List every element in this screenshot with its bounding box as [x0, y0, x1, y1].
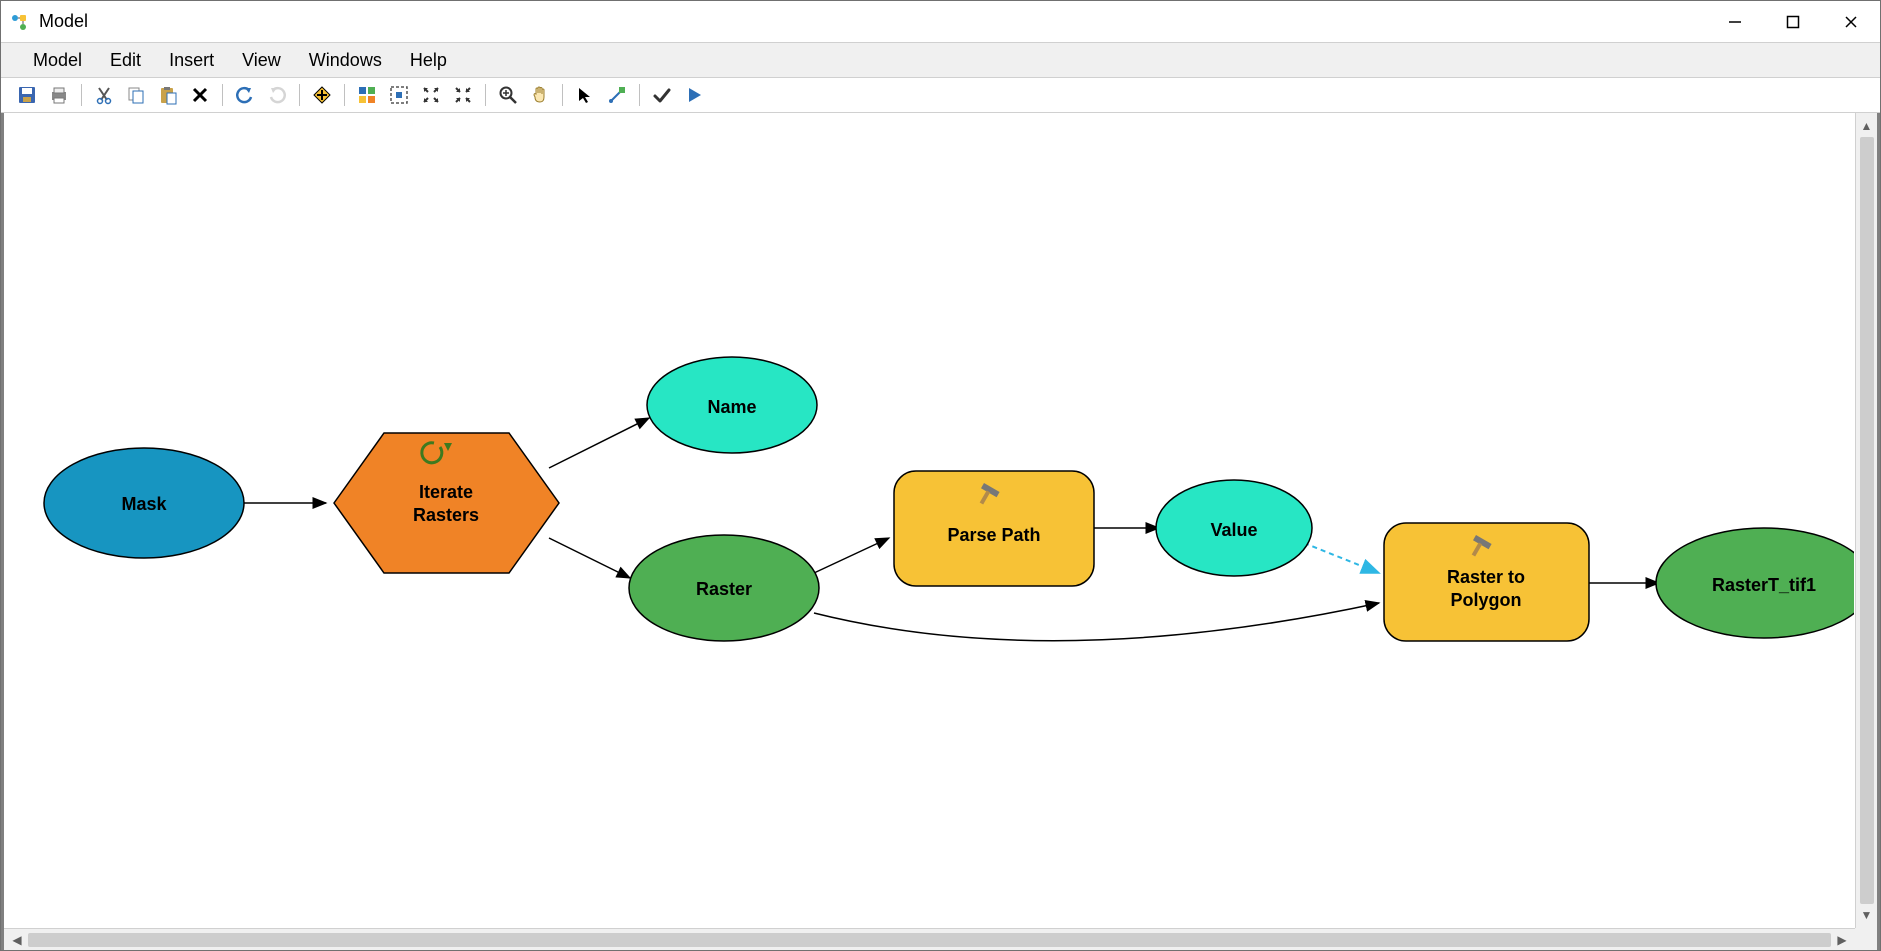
toolbar	[1, 78, 1880, 113]
connector-value-to-rastertopoly[interactable]	[1304, 543, 1379, 573]
horizontal-scroll-thumb[interactable]	[28, 933, 1831, 947]
node-raster-to-polygon[interactable]: Raster to Polygon	[1384, 523, 1589, 641]
copy-icon[interactable]	[124, 83, 148, 107]
node-value-label: Value	[1210, 520, 1257, 540]
maximize-button[interactable]	[1764, 1, 1822, 43]
redo-icon[interactable]	[265, 83, 289, 107]
node-value[interactable]: Value	[1156, 480, 1312, 576]
print-icon[interactable]	[47, 83, 71, 107]
toolbar-separator	[81, 84, 82, 106]
toolbar-separator	[485, 84, 486, 106]
vertical-scrollbar[interactable]: ▲ ▼	[1855, 113, 1877, 928]
menu-insert[interactable]: Insert	[155, 46, 228, 75]
toolbar-separator	[562, 84, 563, 106]
menu-help[interactable]: Help	[396, 46, 461, 75]
model-builder-window: Model Model Edit Insert View Windows Hel…	[0, 0, 1881, 951]
toolbar-separator	[639, 84, 640, 106]
connector-raster-to-rastertopoly[interactable]	[814, 603, 1379, 641]
menu-view[interactable]: View	[228, 46, 295, 75]
node-output-label: RasterT_tif1	[1712, 575, 1816, 595]
vertical-scroll-thumb[interactable]	[1860, 137, 1874, 904]
node-name[interactable]: Name	[647, 357, 817, 453]
node-raster-label: Raster	[696, 579, 752, 599]
menu-edit[interactable]: Edit	[96, 46, 155, 75]
cut-icon[interactable]	[92, 83, 116, 107]
horizontal-scrollbar[interactable]: ◀ ▶	[4, 928, 1855, 950]
node-raster[interactable]: Raster	[629, 535, 819, 641]
node-mask[interactable]: Mask	[44, 448, 244, 558]
node-r2p-label-1: Raster to	[1447, 567, 1525, 587]
zoom-in-fixed-icon[interactable]	[419, 83, 443, 107]
node-output[interactable]: RasterT_tif1	[1656, 528, 1854, 638]
scroll-down-arrow-icon[interactable]: ▼	[1861, 906, 1873, 924]
menu-bar: Model Edit Insert View Windows Help	[1, 43, 1880, 78]
toolbar-separator	[299, 84, 300, 106]
node-name-label: Name	[707, 397, 756, 417]
connector-raster-to-parsepath[interactable]	[814, 538, 889, 573]
delete-icon[interactable]	[188, 83, 212, 107]
toolbar-separator	[222, 84, 223, 106]
window-title: Model	[39, 11, 88, 32]
model-canvas[interactable]: Mask Iterate Rasters Name	[4, 113, 1855, 928]
zoom-in-icon[interactable]	[496, 83, 520, 107]
app-icon	[11, 12, 31, 32]
canvas-frame: Mask Iterate Rasters Name	[1, 113, 1880, 950]
paste-icon[interactable]	[156, 83, 180, 107]
pan-icon[interactable]	[528, 83, 552, 107]
toolbar-separator	[344, 84, 345, 106]
node-iterate-label-1: Iterate	[419, 482, 473, 502]
undo-icon[interactable]	[233, 83, 257, 107]
select-icon[interactable]	[573, 83, 597, 107]
node-iterate-label-2: Rasters	[413, 505, 479, 525]
run-icon[interactable]	[682, 83, 706, 107]
node-mask-label: Mask	[121, 494, 167, 514]
save-icon[interactable]	[15, 83, 39, 107]
connect-icon[interactable]	[605, 83, 629, 107]
minimize-button[interactable]	[1706, 1, 1764, 43]
connector-iterate-to-name[interactable]	[549, 418, 649, 468]
zoom-out-fixed-icon[interactable]	[451, 83, 475, 107]
scroll-corner	[1855, 928, 1877, 950]
scroll-left-arrow-icon[interactable]: ◀	[8, 933, 26, 947]
menu-windows[interactable]: Windows	[295, 46, 396, 75]
add-data-icon[interactable]	[310, 83, 334, 107]
full-extent-icon[interactable]	[387, 83, 411, 107]
validate-icon[interactable]	[650, 83, 674, 107]
auto-layout-icon[interactable]	[355, 83, 379, 107]
title-bar: Model	[1, 1, 1880, 43]
scroll-up-arrow-icon[interactable]: ▲	[1861, 117, 1873, 135]
node-parsepath-label: Parse Path	[947, 525, 1040, 545]
menu-model[interactable]: Model	[19, 46, 96, 75]
node-r2p-label-2: Polygon	[1451, 590, 1522, 610]
close-button[interactable]	[1822, 1, 1880, 43]
scroll-right-arrow-icon[interactable]: ▶	[1833, 933, 1851, 947]
node-parse-path[interactable]: Parse Path	[894, 471, 1094, 586]
node-iterate-rasters[interactable]: Iterate Rasters	[334, 433, 559, 573]
connector-iterate-to-raster[interactable]	[549, 538, 630, 578]
